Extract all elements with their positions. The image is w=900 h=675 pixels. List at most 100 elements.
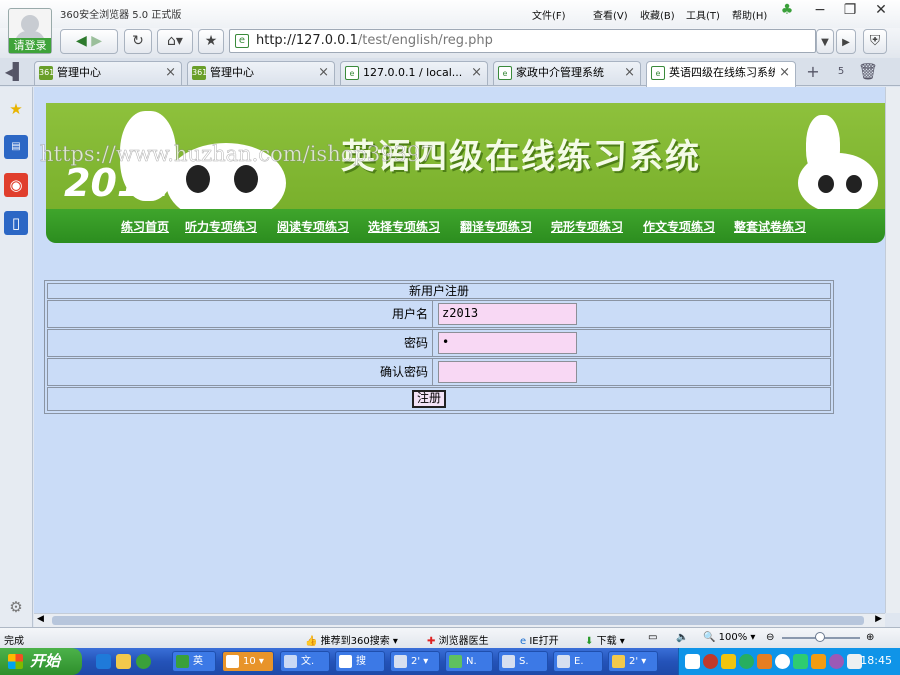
menu-favorites[interactable]: 收藏(B) [640, 7, 675, 22]
tray-icon[interactable] [775, 654, 790, 669]
back-forward-group: ◀ ▶ [60, 29, 118, 54]
mobile-icon[interactable]: ▯ [4, 211, 28, 235]
nav-translation[interactable]: 翻译专项练习 [460, 218, 532, 235]
confirm-password-input[interactable] [438, 361, 577, 383]
system-tray: 18:45 [678, 648, 900, 675]
tab-4[interactable]: e 家政中介管理系统 × [493, 61, 641, 85]
close-icon[interactable]: × [318, 62, 329, 84]
menu-tools[interactable]: 工具(T) [686, 7, 720, 22]
360-quicklaunch-icon[interactable] [136, 654, 151, 669]
tray-keyboard-icon[interactable] [685, 654, 700, 669]
sound-icon[interactable]: 🔈 [676, 632, 688, 643]
password-input[interactable]: • [438, 332, 577, 354]
maximize-button[interactable]: ❐ [835, 0, 865, 22]
login-button[interactable]: 请登录 [9, 38, 51, 53]
nav-choice[interactable]: 选择专项练习 [368, 218, 440, 235]
tray-icon[interactable] [829, 654, 844, 669]
tab-3[interactable]: e 127.0.0.1 / local... × [340, 61, 488, 85]
zoom-slider-handle[interactable] [815, 632, 825, 642]
tray-icon[interactable] [811, 654, 826, 669]
taskbar-btn-search[interactable]: 搜 [335, 651, 385, 672]
taskbar-btn-s[interactable]: S. [498, 651, 548, 672]
new-tab-icon[interactable]: + [802, 61, 824, 83]
settings-gear-icon[interactable]: ⚙ [4, 595, 28, 619]
nav-writing[interactable]: 作文专项练习 [643, 218, 715, 235]
ie-quicklaunch-icon[interactable] [96, 654, 111, 669]
weibo-icon[interactable]: ◉ [4, 173, 28, 197]
scroll-right-icon[interactable]: ▶ [875, 614, 882, 624]
side-panel: ★ ▤ ◉ ▯ ⚙ [0, 87, 33, 627]
tray-icon[interactable] [721, 654, 736, 669]
avatar[interactable]: 请登录 [8, 8, 52, 54]
360-icon [176, 655, 189, 668]
doctor-button[interactable]: ✚ 浏览器医生 [427, 632, 489, 647]
security-button[interactable]: ⛨ [863, 29, 887, 54]
minimize-button[interactable]: − [805, 0, 835, 22]
close-button[interactable]: ✕ [866, 0, 896, 22]
address-bar[interactable]: e http://127.0.0.1/test/english/reg.php [229, 29, 816, 53]
back-icon[interactable]: ◀ [76, 33, 87, 49]
nav-full-exam[interactable]: 整套试卷练习 [734, 218, 806, 235]
taskbar-btn-qq[interactable]: 10 ▾ [222, 651, 274, 672]
tray-shield-icon[interactable] [793, 654, 808, 669]
username-input[interactable]: z2013 [438, 303, 577, 325]
close-icon[interactable]: × [624, 62, 635, 84]
tab-5-active[interactable]: e 英语四级在线练习系统 × [646, 61, 796, 87]
taskbar-btn-2b[interactable]: 2' ▾ [608, 651, 658, 672]
ie-open-button[interactable]: e IE打开 [520, 632, 559, 647]
url-text[interactable]: http://127.0.0.1/test/english/reg.php [256, 33, 493, 48]
tab-label: 管理中心 [210, 66, 254, 79]
go-button[interactable]: ▶ [836, 29, 856, 54]
tray-icon[interactable] [739, 654, 754, 669]
tab-1[interactable]: 361 管理中心 × [34, 61, 182, 85]
news-icon[interactable]: ▤ [4, 135, 28, 159]
document-icon [284, 655, 297, 668]
close-icon[interactable]: × [165, 62, 176, 84]
menu-view[interactable]: 查看(V) [593, 7, 628, 22]
nav-cloze[interactable]: 完形专项练习 [551, 218, 623, 235]
horizontal-scrollbar[interactable]: ◀ ▶ [34, 613, 885, 627]
favorites-star-icon[interactable]: ★ [4, 97, 28, 121]
forward-icon[interactable]: ▶ [91, 33, 102, 49]
taskbar-btn-browser[interactable]: 英 [172, 651, 216, 672]
tray-icon[interactable] [757, 654, 772, 669]
app-icon [557, 655, 570, 668]
zoom-button[interactable]: 🔍 100% ▾ [703, 632, 755, 643]
star-icon: ★ [204, 33, 218, 49]
trash-icon[interactable]: 🗑 [857, 61, 879, 83]
screen-icon[interactable]: ▭ [648, 632, 657, 643]
close-icon[interactable]: × [471, 62, 482, 84]
zoom-out-icon[interactable]: ⊖ [766, 632, 774, 643]
register-button[interactable]: 注册 [412, 390, 446, 408]
taskbar-btn-2a[interactable]: 2' ▾ [390, 651, 440, 672]
home-button[interactable]: ⌂▾ [157, 29, 193, 54]
skin-icon[interactable]: ♣ [772, 0, 802, 22]
nav-reading[interactable]: 阅读专项练习 [277, 218, 349, 235]
closed-tabs-icon[interactable]: 5 [830, 61, 852, 83]
vertical-scrollbar[interactable] [885, 87, 900, 613]
tab-label: 英语四级在线练习系统 [669, 66, 775, 79]
sidebar-toggle-icon[interactable]: ◂▌ [4, 61, 26, 83]
scroll-left-icon[interactable]: ◀ [37, 614, 44, 624]
scroll-thumb[interactable] [52, 616, 864, 625]
taskbar-btn-n[interactable]: N. [445, 651, 493, 672]
address-dropdown[interactable]: ▼ [816, 29, 834, 54]
zoom-in-icon[interactable]: ⊕ [866, 632, 874, 643]
taskbar-btn-e[interactable]: E. [553, 651, 603, 672]
refresh-button[interactable]: ↻ [124, 29, 152, 54]
download-button[interactable]: ⬇ 下载 ▾ [585, 632, 625, 647]
nav-home[interactable]: 练习首页 [121, 218, 169, 235]
menu-file[interactable]: 文件(F) [532, 7, 566, 22]
menu-help[interactable]: 帮助(H) [732, 7, 767, 22]
nav-listening[interactable]: 听力专项练习 [185, 218, 257, 235]
app-title: 360安全浏览器 5.0 正式版 [60, 10, 182, 21]
tray-icon[interactable] [703, 654, 718, 669]
taskbar-btn-doc[interactable]: 文. [280, 651, 330, 672]
tab-2[interactable]: 361 管理中心 × [187, 61, 335, 85]
close-icon[interactable]: × [779, 62, 790, 84]
folder-quicklaunch-icon[interactable] [116, 654, 131, 669]
start-button[interactable]: 开始 [0, 648, 82, 675]
recommend-button[interactable]: 👍 推荐到360搜索 ▾ [305, 632, 398, 647]
favorite-button[interactable]: ★ [198, 29, 224, 54]
page-icon: e [498, 66, 512, 80]
